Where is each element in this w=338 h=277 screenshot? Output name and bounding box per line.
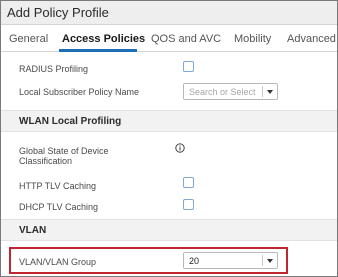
policy-profile-dialog: Add Policy Profile General Access Polici… xyxy=(0,0,338,277)
vlan-group-label: VLAN/VLAN Group xyxy=(19,257,97,267)
active-tab-indicator xyxy=(59,49,137,52)
tab-general[interactable]: General xyxy=(9,33,48,45)
vlan-section-header: VLAN xyxy=(1,219,337,241)
local-subscriber-policy-label: Local Subscriber Policy Name xyxy=(19,87,140,97)
global-state-label-line2: Classification xyxy=(19,156,73,166)
tab-advanced[interactable]: Advanced xyxy=(287,33,336,45)
chevron-down-icon[interactable] xyxy=(267,90,273,94)
local-subscriber-policy-select[interactable]: Search or Select xyxy=(183,83,278,100)
tab-qos-and-avc[interactable]: QOS and AVC xyxy=(151,33,221,45)
vlan-group-value: 20 xyxy=(189,256,200,266)
http-tlv-caching-checkbox[interactable] xyxy=(183,177,194,188)
vlan-section-title: VLAN xyxy=(19,225,47,236)
tab-bar: General Access Policies QOS and AVC Mobi… xyxy=(1,26,337,52)
select-divider xyxy=(262,255,263,266)
dhcp-tlv-caching-label: DHCP TLV Caching xyxy=(19,202,99,212)
http-tlv-caching-label: HTTP TLV Caching xyxy=(19,181,97,191)
info-icon[interactable] xyxy=(175,143,185,153)
wlan-local-profiling-title: WLAN Local Profiling xyxy=(19,116,122,127)
radius-profiling-checkbox[interactable] xyxy=(183,61,194,72)
dialog-title: Add Policy Profile xyxy=(7,5,109,20)
tab-access-policies[interactable]: Access Policies xyxy=(62,33,145,45)
wlan-local-profiling-header: WLAN Local Profiling xyxy=(1,110,337,132)
chevron-down-icon[interactable] xyxy=(267,259,273,263)
radius-profiling-label: RADIUS Profiling xyxy=(19,64,89,74)
tab-mobility[interactable]: Mobility xyxy=(234,33,271,45)
vlan-group-select[interactable]: 20 xyxy=(183,252,278,269)
select-divider xyxy=(262,86,263,97)
dhcp-tlv-caching-checkbox[interactable] xyxy=(183,199,194,210)
dialog-titlebar: Add Policy Profile xyxy=(1,1,337,25)
local-subscriber-policy-placeholder: Search or Select xyxy=(189,87,256,97)
